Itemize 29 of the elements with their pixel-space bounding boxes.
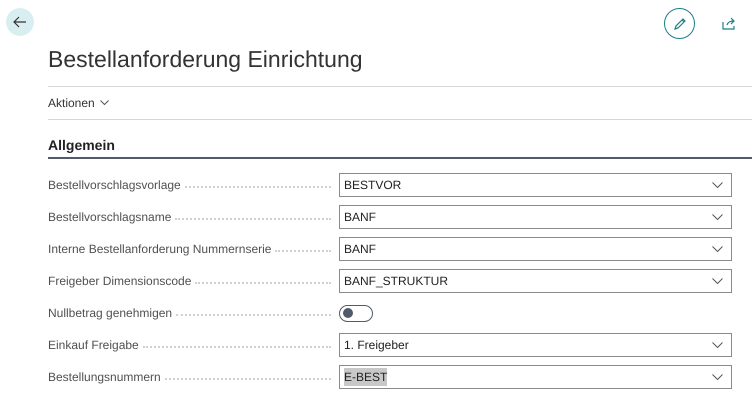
toggle-switch[interactable] — [339, 304, 373, 322]
chevron-down-icon — [712, 374, 723, 380]
dropdown-field[interactable]: BANF — [339, 205, 732, 229]
field-label: Einkauf Freigabe — [48, 337, 139, 354]
actions-menu[interactable]: Aktionen — [48, 94, 109, 112]
share-icon[interactable] — [722, 17, 736, 30]
dropdown-field[interactable]: BANF — [339, 237, 732, 261]
dropdown-field[interactable]: E-BEST — [339, 365, 732, 389]
field-label: Interne Bestellanforderung Nummernserie — [48, 241, 272, 258]
chevron-down-icon — [712, 214, 723, 220]
field-label: Freigeber Dimensionscode — [48, 273, 192, 290]
chevron-down-icon — [712, 246, 723, 252]
field-label: Bestellungsnummern — [48, 369, 161, 386]
field-label: Bestellvorschlagsname — [48, 209, 172, 226]
chevron-down-icon — [100, 100, 109, 106]
dropdown-field[interactable]: BANF_STRUKTUR — [339, 269, 732, 293]
field-label: Nullbetrag genehmigen — [48, 305, 172, 322]
dropdown-field[interactable]: 1. Freigeber — [339, 333, 732, 357]
pencil-icon — [672, 16, 686, 30]
arrow-left-icon — [13, 15, 27, 29]
chevron-down-icon — [712, 342, 723, 348]
chevron-down-icon — [712, 182, 723, 188]
section-title: Allgemein — [48, 136, 116, 155]
dropdown-field[interactable]: BESTVOR — [339, 173, 732, 197]
page-title: Bestellanforderung Einrichtung — [48, 45, 364, 74]
field-label: Bestellvorschlagsvorlage — [48, 177, 181, 194]
edit-button[interactable] — [664, 8, 695, 39]
chevron-down-icon — [712, 278, 723, 284]
back-button[interactable] — [6, 8, 34, 36]
